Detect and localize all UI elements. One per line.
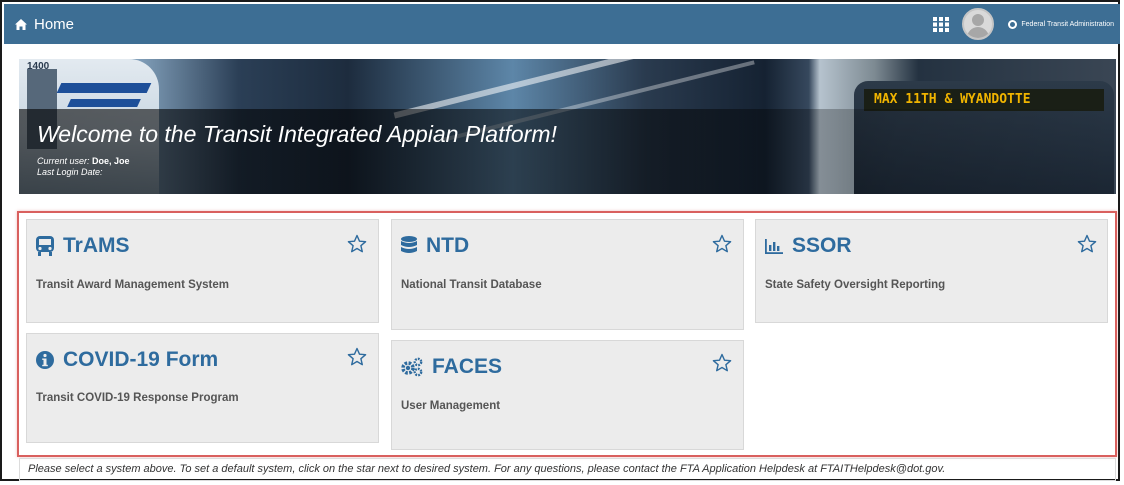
system-name-faces: FACES bbox=[432, 355, 503, 378]
database-icon bbox=[401, 236, 417, 253]
info-icon bbox=[36, 351, 54, 369]
app-grid-icon[interactable] bbox=[932, 15, 950, 33]
welcome-heading: Welcome to the Transit Integrated Appian… bbox=[37, 121, 557, 147]
app-frame: Home Federal Transit Administration 1400 bbox=[0, 0, 1120, 481]
current-user-label: Current user: bbox=[37, 156, 90, 166]
agency-link[interactable]: Federal Transit Administration bbox=[1008, 19, 1114, 29]
last-login-label: Last Login Date: bbox=[37, 167, 103, 177]
agency-label: Federal Transit Administration bbox=[1021, 20, 1114, 28]
system-title-covid19: COVID-19 Form bbox=[35, 348, 218, 372]
system-card-covid19[interactable]: COVID-19 Form Transit COVID-19 Response … bbox=[26, 333, 379, 443]
system-desc-ntd: National Transit Database bbox=[401, 279, 542, 291]
gears-icon bbox=[401, 357, 423, 377]
home-label: Home bbox=[34, 15, 75, 33]
system-card-trams[interactable]: TrAMS Transit Award Management System bbox=[26, 219, 379, 323]
system-title-faces: FACES bbox=[400, 355, 502, 379]
system-card-ssor[interactable]: SSOR State Safety Oversight Reporting bbox=[755, 219, 1108, 323]
system-desc-faces: User Management bbox=[401, 400, 501, 412]
welcome-banner: 1400 MAX 11TH & WYANDOTTE Welcome to the… bbox=[19, 59, 1116, 194]
system-name-covid19: COVID-19 Form bbox=[63, 348, 219, 371]
system-desc-trams: Transit Award Management System bbox=[36, 279, 230, 291]
top-right-controls: Federal Transit Administration bbox=[932, 8, 1114, 40]
user-avatar[interactable] bbox=[962, 8, 995, 40]
favorite-star-icon-ssor[interactable] bbox=[1077, 234, 1097, 254]
system-title-ntd: NTD bbox=[400, 234, 469, 258]
system-name-trams: TrAMS bbox=[63, 234, 130, 257]
top-nav-bar: Home Federal Transit Administration bbox=[4, 4, 1120, 44]
favorite-star-icon-ntd[interactable] bbox=[712, 234, 732, 254]
favorite-star-icon-trams[interactable] bbox=[347, 234, 367, 254]
current-user-value: Doe, Joe bbox=[92, 156, 130, 166]
system-desc-ssor: State Safety Oversight Reporting bbox=[765, 279, 946, 291]
system-card-faces[interactable]: FACES User Management bbox=[391, 340, 744, 450]
system-desc-covid19: Transit COVID-19 Response Program bbox=[36, 392, 239, 404]
bar-chart-icon bbox=[765, 239, 783, 254]
bus-number: 1400 bbox=[27, 61, 50, 72]
favorite-star-icon-covid19[interactable] bbox=[347, 347, 367, 367]
agency-logo-icon bbox=[1008, 19, 1018, 29]
system-title-ssor: SSOR bbox=[764, 234, 852, 258]
current-user-line: Current user: Doe, Joe bbox=[37, 156, 130, 166]
system-name-ssor: SSOR bbox=[792, 234, 852, 257]
favorite-star-icon-faces[interactable] bbox=[712, 353, 732, 373]
bus-destination-sign: MAX 11TH & WYANDOTTE bbox=[864, 89, 1104, 111]
system-card-ntd[interactable]: NTD National Transit Database bbox=[391, 219, 744, 330]
system-title-trams: TrAMS bbox=[35, 234, 130, 258]
home-icon bbox=[15, 18, 27, 30]
bus-icon bbox=[36, 236, 54, 256]
system-name-ntd: NTD bbox=[426, 234, 470, 257]
help-note: Please select a system above. To set a d… bbox=[19, 458, 1116, 481]
home-link[interactable]: Home bbox=[14, 16, 74, 33]
